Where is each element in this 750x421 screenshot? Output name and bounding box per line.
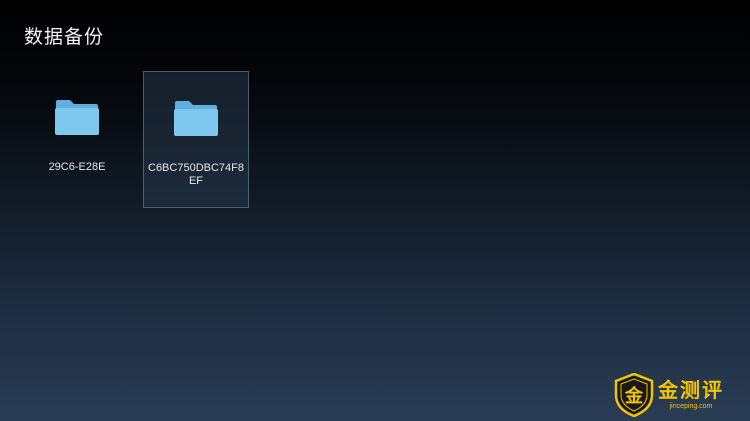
watermark-url: jinceping.com — [669, 402, 713, 410]
folder-grid: 29C6-E28E C6BC750DBC74F8EF — [0, 0, 750, 421]
watermark-logo: 金 金测评 jinceping.com — [614, 372, 742, 418]
badge-glyph: 金 — [624, 385, 644, 407]
shield-logo-icon: 金 — [614, 373, 654, 417]
folder-item[interactable]: 29C6-E28E — [24, 71, 130, 208]
watermark-title: 金测评 — [658, 379, 724, 402]
folder-label: 29C6-E28E — [48, 161, 106, 173]
folder-icon — [174, 101, 218, 136]
watermark-text: 金测评 jinceping.com — [658, 380, 724, 411]
folder-label: C6BC750DBC74F8EF — [148, 162, 244, 187]
folder-item-selected[interactable]: C6BC750DBC74F8EF — [143, 71, 249, 208]
folder-icon — [55, 100, 99, 135]
